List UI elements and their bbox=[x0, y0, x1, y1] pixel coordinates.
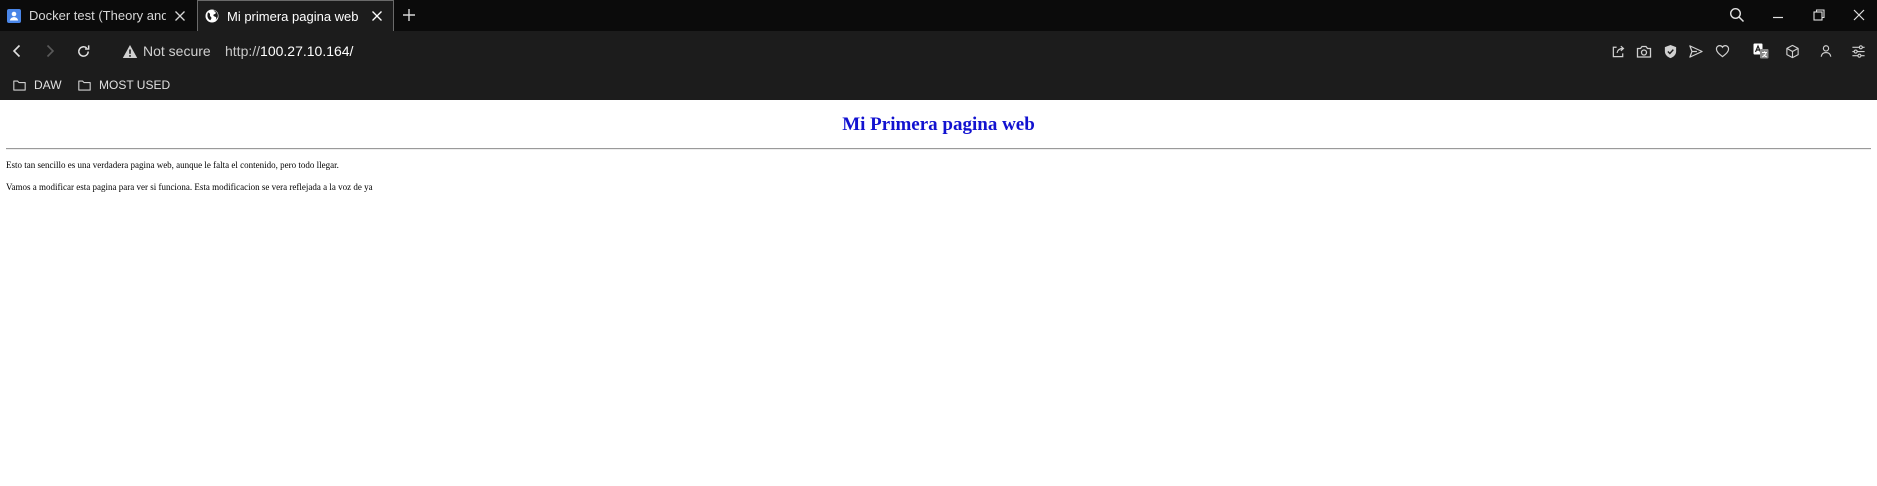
minimize-icon bbox=[1773, 16, 1783, 19]
bookmark-folder-most-used[interactable]: MOST USED bbox=[78, 75, 170, 95]
new-tab-button[interactable] bbox=[398, 4, 420, 26]
warning-icon bbox=[122, 44, 138, 58]
url-protocol: http:// bbox=[225, 43, 261, 59]
cube-icon bbox=[1785, 44, 1799, 58]
plus-icon bbox=[403, 9, 415, 21]
page-heading: Mi Primera pagina web bbox=[842, 114, 1035, 135]
docs-icon bbox=[6, 8, 22, 24]
chevron-right-icon bbox=[46, 44, 55, 58]
site-security-indicator[interactable]: Not secure bbox=[122, 41, 211, 61]
easy-setup-button[interactable] bbox=[1847, 40, 1869, 62]
horizontal-rule bbox=[6, 148, 1871, 150]
paragraph: Vamos a modificar esta pagina para ver s… bbox=[6, 182, 373, 192]
translate-icon bbox=[1753, 43, 1769, 59]
paragraph: Esto tan sencillo es una verdadera pagin… bbox=[6, 160, 339, 170]
bookmark-heart-button[interactable] bbox=[1711, 40, 1733, 62]
back-button[interactable] bbox=[6, 40, 28, 62]
translate-extension-button[interactable] bbox=[1750, 40, 1772, 62]
tab-strip: Docker test (Theory and Pr Mi primera pa… bbox=[0, 0, 1877, 31]
shield-icon bbox=[1664, 44, 1676, 58]
globe-icon bbox=[204, 8, 220, 24]
chevron-left-icon bbox=[12, 44, 21, 58]
web-page: Mi Primera pagina web Esto tan sencillo … bbox=[0, 100, 1877, 486]
sliders-icon bbox=[1851, 44, 1865, 58]
send-button[interactable] bbox=[1685, 40, 1707, 62]
reload-button[interactable] bbox=[72, 40, 94, 62]
address-toolbar: Not secure http://100.27.10.164/ bbox=[0, 31, 1877, 71]
adblocker-button[interactable] bbox=[1659, 40, 1681, 62]
share-button[interactable] bbox=[1607, 40, 1629, 62]
tab-docker-test[interactable]: Docker test (Theory and Pr bbox=[0, 0, 196, 31]
user-icon bbox=[1820, 45, 1832, 57]
share-icon bbox=[1612, 45, 1624, 57]
profile-button[interactable] bbox=[1815, 40, 1837, 62]
camera-icon bbox=[1636, 45, 1652, 58]
bookmark-label: DAW bbox=[34, 78, 62, 92]
snapshot-button[interactable] bbox=[1633, 40, 1655, 62]
tab-title: Mi primera pagina web bbox=[227, 8, 359, 24]
folder-icon bbox=[13, 80, 26, 91]
tab-title: Docker test (Theory and Pr bbox=[29, 8, 166, 23]
bookmark-folder-daw[interactable]: DAW bbox=[13, 75, 62, 95]
minimize-button[interactable] bbox=[1766, 4, 1790, 26]
url-field[interactable]: http://100.27.10.164/ bbox=[225, 41, 353, 61]
tab-mi-primera-pagina[interactable]: Mi primera pagina web bbox=[197, 0, 394, 31]
forward-button[interactable] bbox=[39, 40, 61, 62]
folder-icon bbox=[78, 80, 91, 91]
extensions-button[interactable] bbox=[1781, 40, 1803, 62]
close-icon[interactable] bbox=[369, 8, 385, 24]
bookmarks-bar: DAW MOST USED bbox=[0, 71, 1877, 100]
restore-button[interactable] bbox=[1807, 4, 1831, 26]
send-icon bbox=[1689, 44, 1703, 58]
bookmark-label: MOST USED bbox=[99, 78, 171, 92]
security-label: Not secure bbox=[143, 43, 211, 59]
url-host: 100.27.10.164/ bbox=[260, 43, 354, 59]
close-icon[interactable] bbox=[172, 8, 188, 24]
close-icon bbox=[1853, 9, 1865, 21]
search-icon bbox=[1729, 7, 1745, 23]
heart-icon bbox=[1715, 44, 1729, 58]
window-close-button[interactable] bbox=[1847, 4, 1871, 26]
reload-icon bbox=[77, 44, 89, 57]
search-tabs-button[interactable] bbox=[1725, 4, 1749, 26]
restore-icon bbox=[1813, 9, 1825, 21]
